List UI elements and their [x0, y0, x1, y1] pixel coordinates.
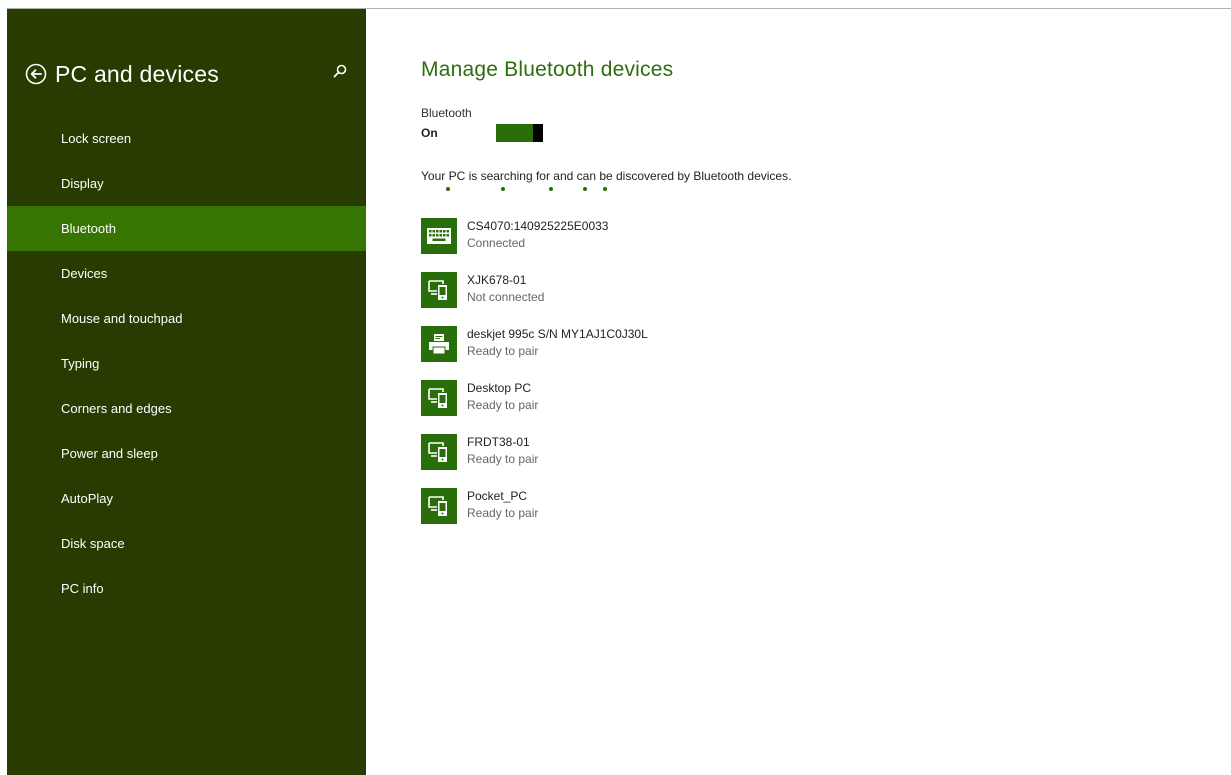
sidebar-nav: Lock screen Display Bluetooth Devices Mo…: [7, 116, 366, 611]
search-icon[interactable]: [332, 63, 348, 79]
phone-pc-icon: [421, 434, 457, 470]
sidebar-item-corners-and-edges[interactable]: Corners and edges: [7, 386, 366, 431]
device-name: deskjet 995c S/N MY1AJ1C0J30L: [467, 327, 648, 341]
sidebar: PC and devices Lock screen Display Bluet…: [7, 9, 366, 775]
device-status: Ready to pair: [467, 452, 539, 466]
sidebar-item-bluetooth[interactable]: Bluetooth: [7, 206, 366, 251]
progress-dot: [603, 187, 607, 191]
progress-dot: [446, 187, 450, 191]
pc-settings-window: PC and devices Lock screen Display Bluet…: [7, 8, 1231, 775]
sidebar-title: PC and devices: [55, 60, 219, 87]
device-status: Connected: [467, 236, 526, 250]
phone-pc-icon: [421, 272, 457, 308]
sidebar-item-mouse-and-touchpad[interactable]: Mouse and touchpad: [7, 296, 366, 341]
progress-dot: [549, 187, 553, 191]
main-content: Manage Bluetooth devices Bluetooth On Yo…: [421, 9, 1231, 775]
sidebar-header: PC and devices: [25, 59, 219, 89]
printer-icon: [421, 326, 457, 362]
phone-pc-icon: [421, 488, 457, 524]
device-status: Ready to pair: [467, 506, 539, 520]
sidebar-item-pc-info[interactable]: PC info: [7, 566, 366, 611]
bluetooth-label: Bluetooth: [421, 106, 472, 120]
sidebar-item-disk-space[interactable]: Disk space: [7, 521, 366, 566]
progress-dot: [583, 187, 587, 191]
keyboard-icon: [421, 218, 457, 254]
sidebar-item-autoplay[interactable]: AutoPlay: [7, 476, 366, 521]
page-title: Manage Bluetooth devices: [421, 58, 674, 81]
phone-pc-icon: [421, 380, 457, 416]
sidebar-item-power-and-sleep[interactable]: Power and sleep: [7, 431, 366, 476]
device-status: Ready to pair: [467, 344, 539, 358]
sidebar-item-typing[interactable]: Typing: [7, 341, 366, 386]
progress-dot: [501, 187, 505, 191]
bluetooth-toggle[interactable]: [496, 124, 543, 142]
sidebar-item-lock-screen[interactable]: Lock screen: [7, 116, 366, 161]
toggle-thumb[interactable]: [533, 124, 543, 142]
device-name: CS4070:140925225E0033: [467, 219, 609, 233]
sidebar-item-devices[interactable]: Devices: [7, 251, 366, 296]
discovery-status-text: Your PC is searching for and can be disc…: [421, 169, 792, 183]
sidebar-item-display[interactable]: Display: [7, 161, 366, 206]
device-name: XJK678-01: [467, 273, 527, 287]
searching-progress-indicator: [421, 187, 621, 195]
back-arrow-icon[interactable]: [25, 63, 47, 85]
device-name: FRDT38-01: [467, 435, 530, 449]
device-status: Ready to pair: [467, 398, 539, 412]
device-name: Desktop PC: [467, 381, 532, 395]
device-status: Not connected: [467, 290, 545, 304]
bluetooth-state-text: On: [421, 126, 438, 140]
device-name: Pocket_PC: [467, 489, 528, 503]
